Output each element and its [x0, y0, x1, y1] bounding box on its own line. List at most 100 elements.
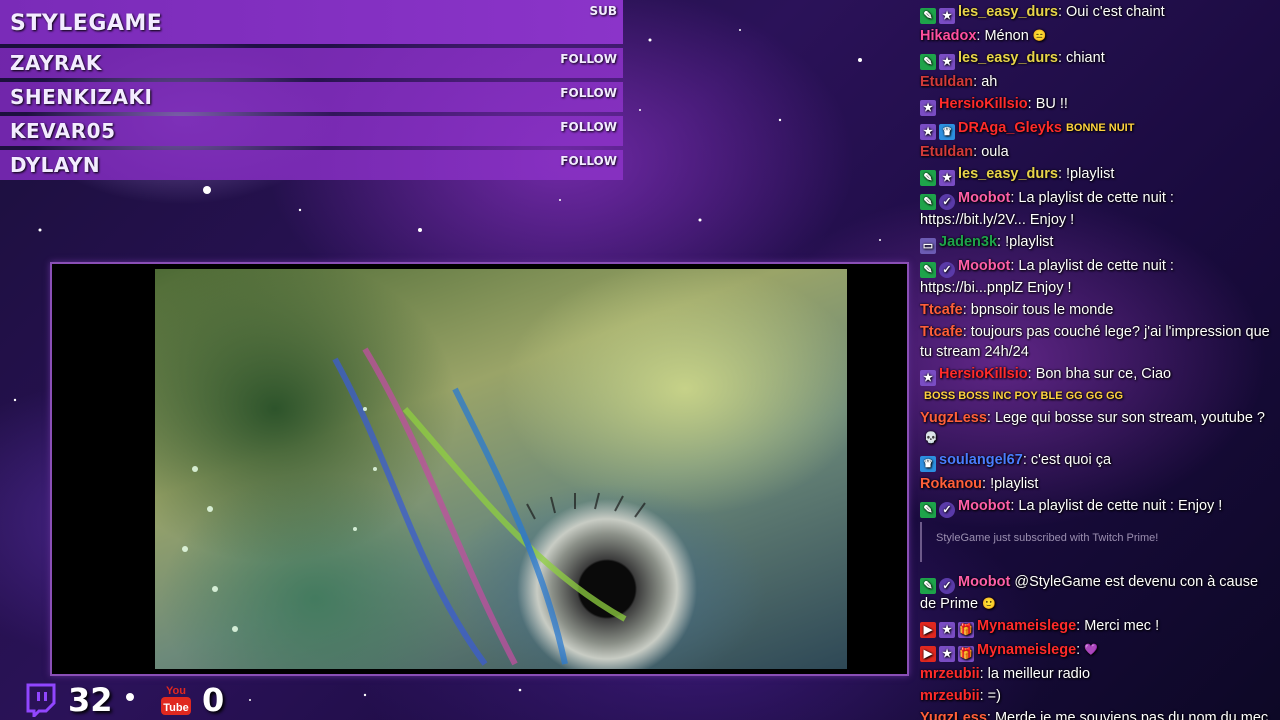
- star-badge-icon: ★: [939, 646, 955, 662]
- star-badge-icon: ★: [939, 54, 955, 70]
- chat-username[interactable]: YugzLess: [920, 710, 987, 720]
- event-type-label: FOLLOW: [560, 52, 617, 66]
- chat-message-text: : chiant: [1057, 50, 1105, 66]
- verified-badge-icon: ✓: [939, 502, 955, 518]
- chat-message-text: : !playlist: [997, 234, 1054, 250]
- chat-message: ★ ♛ DRAga_Gleyks BONNE NUIT: [914, 116, 1280, 140]
- chat-username[interactable]: Moobot: [958, 190, 1010, 206]
- mod-badge-icon: ✎: [920, 578, 936, 594]
- chat-message-text: : c'est quoi ça: [1022, 452, 1112, 468]
- chat-username[interactable]: Moobot: [958, 574, 1010, 590]
- event-row-follow: KEVAR05 FOLLOW: [0, 116, 623, 146]
- chat-username[interactable]: Etuldan: [920, 144, 973, 160]
- chat-message-text: : =): [979, 688, 1001, 704]
- chat-username[interactable]: Rokanou: [920, 476, 982, 492]
- chat-emote: 😑: [1032, 30, 1047, 42]
- event-row-follow: ZAYRAK FOLLOW: [0, 48, 623, 78]
- twitch-viewer-counter: 32: [24, 680, 113, 720]
- event-username: STYLEGAME: [10, 11, 163, 36]
- chat-message: ▶ ★ 🎁 Mynameislege: Merci mec !: [914, 614, 1280, 638]
- chat-system-notice: StyleGame just subscribed with Twitch Pr…: [920, 522, 1274, 562]
- chat-username[interactable]: soulangel67: [939, 452, 1023, 468]
- chat-username[interactable]: YugzLess: [920, 410, 987, 426]
- star-badge-icon: ★: [939, 8, 955, 24]
- event-type-label: FOLLOW: [560, 154, 617, 168]
- chat-username[interactable]: Ttcafe: [920, 302, 963, 318]
- chat-message-text: : Ménon: [976, 28, 1029, 44]
- chat-username[interactable]: Moobot: [958, 498, 1010, 514]
- chat-message: ✎ ✓ Moobot: La playlist de cette nuit : ht…: [914, 186, 1280, 230]
- chat-message-text: : !playlist: [1057, 166, 1115, 182]
- chat-username[interactable]: DRAga_Gleyks: [958, 120, 1062, 136]
- event-username: DYLAYN: [10, 153, 101, 177]
- star-badge-icon: ★: [920, 100, 936, 116]
- chat-message: YugzLess: Merde je me souviens pas du no…: [914, 706, 1280, 720]
- tv-badge-icon: ▭: [920, 238, 936, 254]
- event-row-follow: DYLAYN FOLLOW: [0, 150, 623, 180]
- gift-badge-icon: 🎁: [958, 622, 974, 638]
- event-row-sub: STYLEGAME SUB: [0, 0, 623, 44]
- chat-username[interactable]: mrzeubii: [920, 666, 980, 682]
- verified-badge-icon: ✓: [939, 194, 955, 210]
- chat-message-text: : Bon bha sur ce, Ciao: [1027, 366, 1172, 382]
- chat-username[interactable]: Etuldan: [920, 74, 973, 90]
- mod-badge-icon: ✎: [920, 502, 936, 518]
- chat-message-text: : Oui c'est chaint: [1057, 4, 1165, 20]
- chat-message: Ttcafe: toujours pas couché lege? j'ai l…: [914, 320, 1280, 362]
- chat-message: ✎ ✓ Moobot @StyleGame est devenu con à cau…: [914, 570, 1280, 614]
- chat-username[interactable]: Jaden3k: [939, 234, 997, 250]
- youtube-icon: You Tube: [161, 685, 191, 715]
- svg-text:You: You: [166, 685, 186, 697]
- chat-message-text: : Lege qui bosse sur son stream, youtube…: [986, 410, 1265, 426]
- verified-badge-icon: ✓: [939, 578, 955, 594]
- system-text: just subscribed with Twitch Prime!: [993, 532, 1159, 544]
- chat-username[interactable]: Moobot: [958, 258, 1010, 274]
- mod-badge-icon: ✎: [920, 170, 936, 186]
- chat-emote: 💜: [1084, 644, 1098, 656]
- chat-message: YugzLess: Lege qui bosse sur son stream,…: [914, 406, 1280, 448]
- sub-badge-icon: ♛: [920, 456, 936, 472]
- chat-message: ✎ ★ les_easy_durs: chiant: [914, 46, 1280, 70]
- chat-message-text: : ah: [973, 74, 998, 90]
- chat-username[interactable]: les_easy_durs: [958, 4, 1058, 20]
- chat-username[interactable]: mrzeubii: [920, 688, 980, 704]
- chat-message: Etuldan: oula: [914, 140, 1280, 162]
- chat-username[interactable]: Mynameislege: [977, 642, 1076, 658]
- chat-message: ★ HersioKillsio: BU !!: [914, 92, 1280, 116]
- chat-message: mrzeubii: =): [914, 684, 1280, 706]
- chat-message: ✎ ✓ Moobot: La playlist de cette nuit : En…: [914, 494, 1280, 518]
- chat-username[interactable]: Mynameislege: [977, 618, 1076, 634]
- event-type-label: SUB: [589, 4, 617, 18]
- chat-message: ▶ ★ 🎁 Mynameislege: 💜: [914, 638, 1280, 662]
- chat-message-text: : oula: [973, 144, 1009, 160]
- chat-emote: 🙂: [982, 598, 996, 610]
- chat-username[interactable]: Hikadox: [920, 28, 976, 44]
- chat-username[interactable]: HersioKillsio: [939, 96, 1028, 112]
- chat-username[interactable]: HersioKillsio: [939, 366, 1028, 382]
- chat-emote: 💀: [924, 432, 938, 444]
- chat-message: Rokanou: !playlist: [914, 472, 1280, 494]
- chat-username[interactable]: les_easy_durs: [958, 50, 1058, 66]
- video-player[interactable]: [50, 262, 909, 676]
- star-badge-icon: ★: [939, 622, 955, 638]
- chat-username[interactable]: Ttcafe: [920, 324, 963, 340]
- chat-message: Ttcafe: bpnsoir tous le monde: [914, 298, 1280, 320]
- svg-text:Tube: Tube: [163, 702, 188, 714]
- system-username: StyleGame: [936, 532, 994, 544]
- verified-badge-icon: ✓: [939, 262, 955, 278]
- eye-artwork: [182, 347, 646, 666]
- chat-message: ▭ Jaden3k: !playlist: [914, 230, 1280, 254]
- chat-message: ★ HersioKillsio: Bon bha sur ce, Ciao BOSS…: [914, 362, 1280, 406]
- chat-message: Hikadox: Ménon 😑: [914, 24, 1280, 46]
- chat-message: ✎ ✓ Moobot: La playlist de cette nuit : ht…: [914, 254, 1280, 298]
- chat-message-text: : BU !!: [1027, 96, 1068, 112]
- mod-badge-icon: ✎: [920, 194, 936, 210]
- youtube-viewer-count: 0: [202, 681, 225, 719]
- chat-message-text: :: [1076, 642, 1081, 658]
- event-username: KEVAR05: [10, 119, 116, 143]
- youtube-viewer-counter: You Tube 0: [160, 680, 224, 720]
- chat-emote: BOSS BOSS INC POY BLE GG GG GG: [924, 390, 1124, 402]
- chat-username[interactable]: les_easy_durs: [958, 166, 1058, 182]
- chat-emote: BONNE NUIT: [1065, 122, 1135, 134]
- mod-badge-icon: ✎: [920, 54, 936, 70]
